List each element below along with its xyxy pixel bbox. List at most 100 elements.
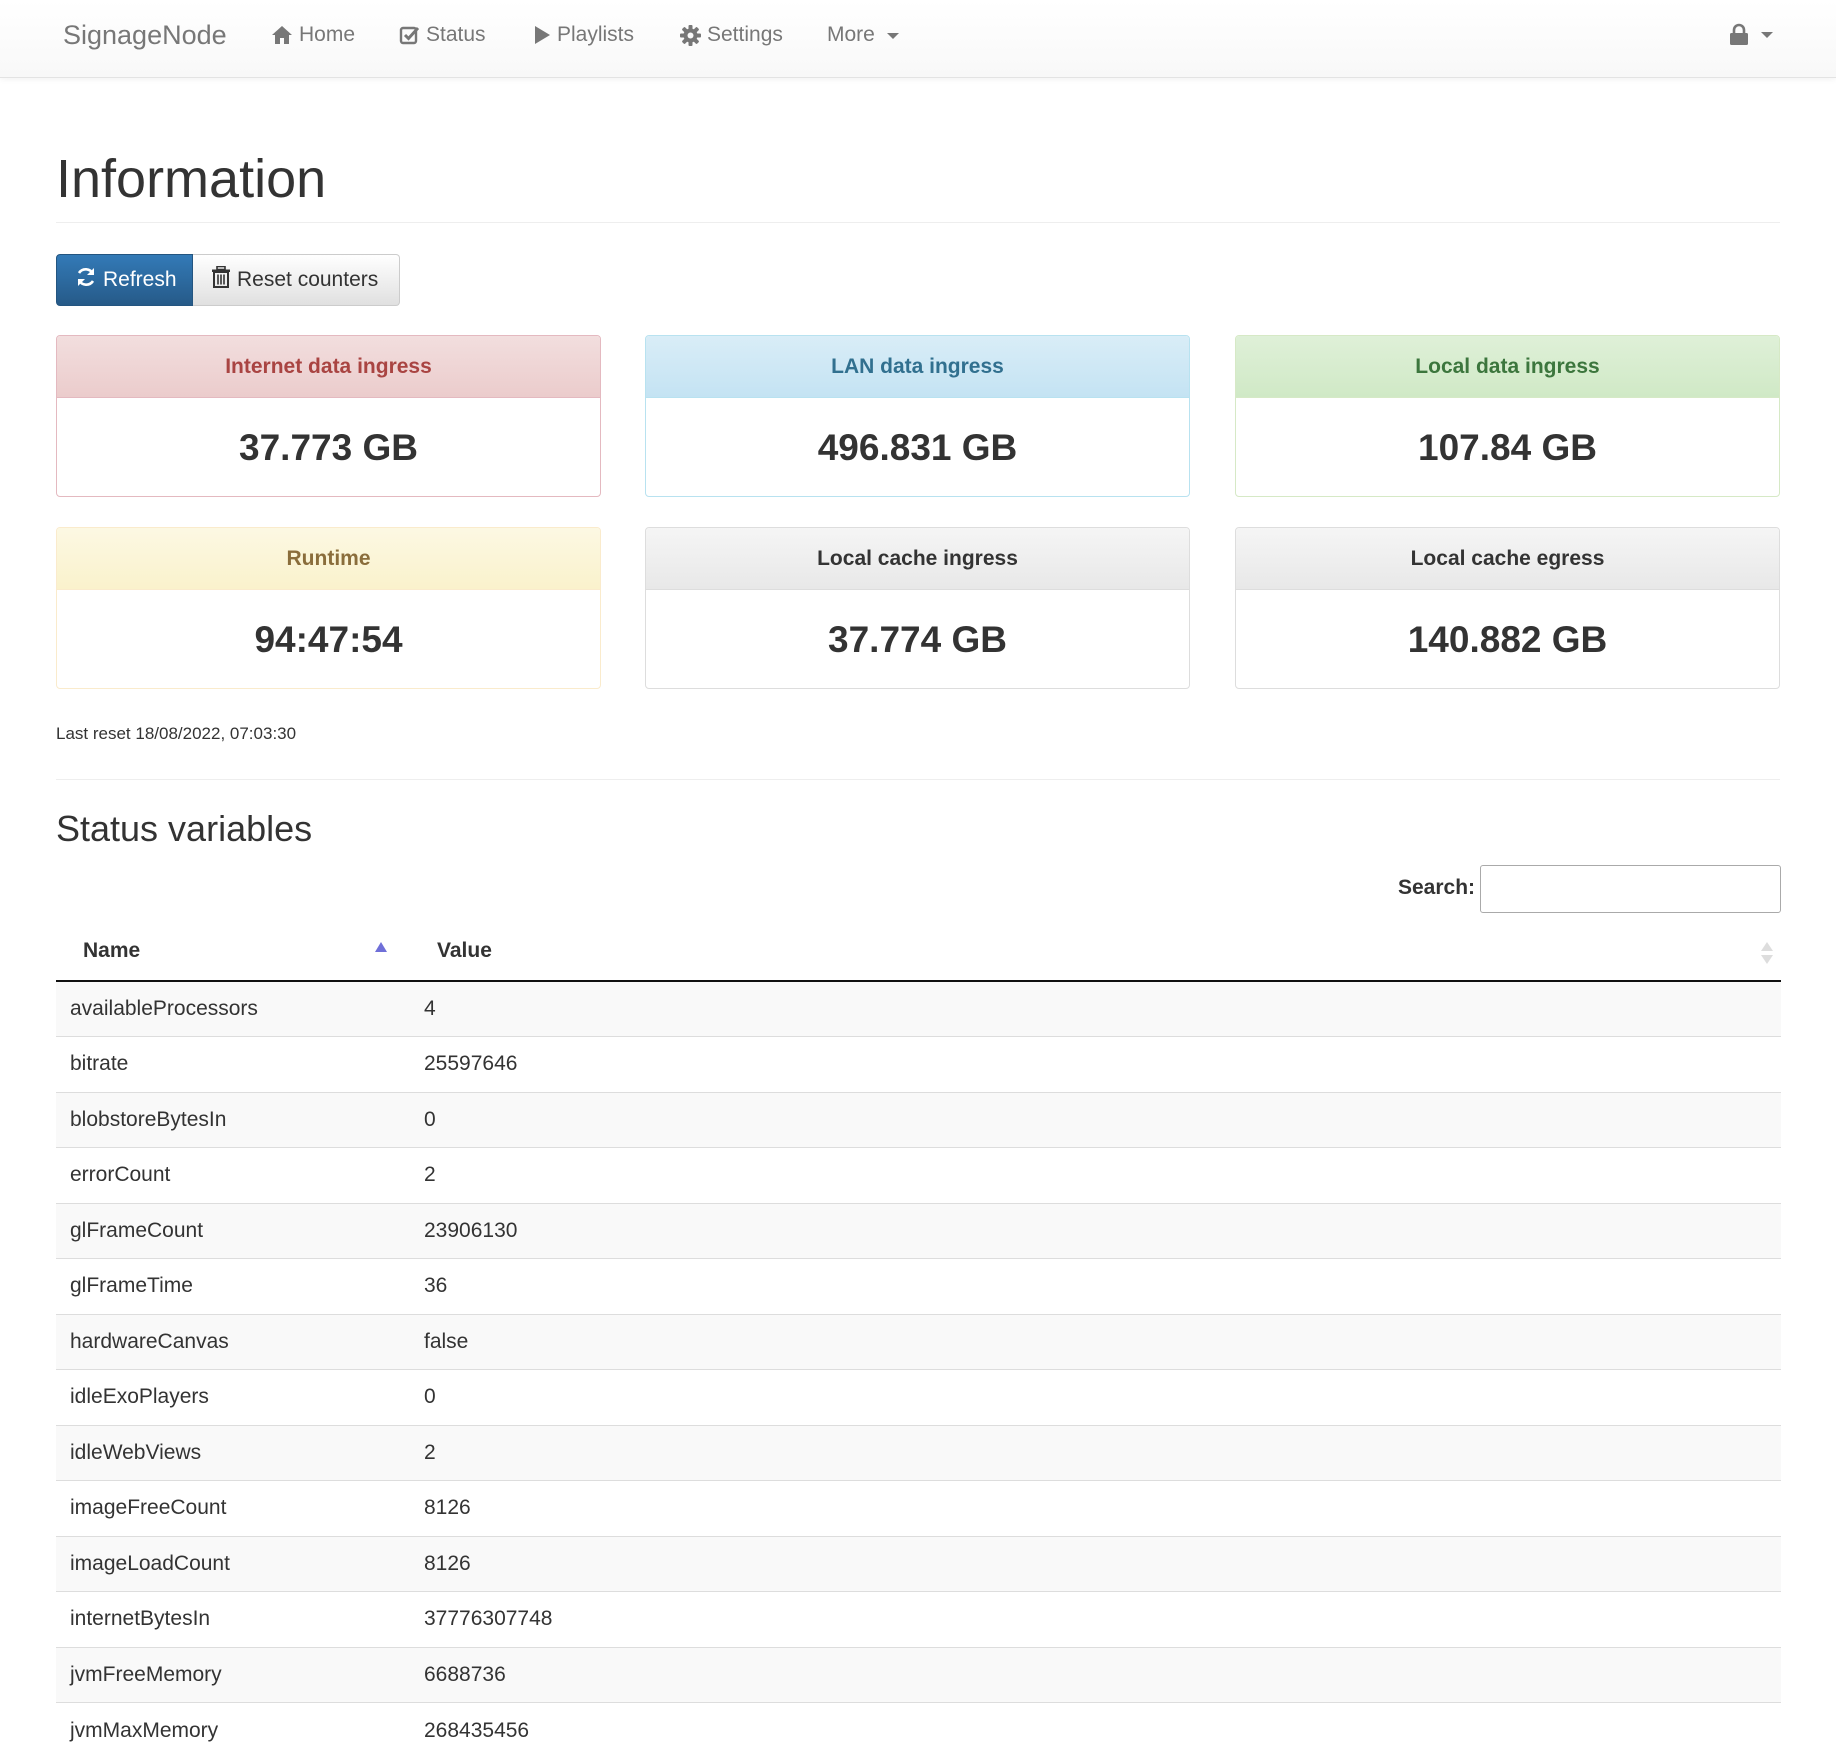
row-name: errorCount	[56, 1148, 410, 1204]
panel-value: 94:47:54	[57, 590, 600, 689]
search-label: Search:	[1398, 876, 1475, 900]
last-reset-text: Last reset 18/08/2022, 07:03:30	[56, 724, 296, 744]
lock-icon	[1729, 23, 1749, 45]
table-row: errorCount2	[56, 1148, 1781, 1204]
row-name: blobstoreBytesIn	[56, 1092, 410, 1148]
table-row: availableProcessors4	[56, 981, 1781, 1037]
column-header-value[interactable]: Value	[410, 922, 1781, 981]
panel-lan-data-ingress: LAN data ingress 496.831 GB	[645, 335, 1190, 497]
nav-playlists[interactable]: Playlists	[533, 23, 634, 47]
table-row: glFrameTime36	[56, 1259, 1781, 1315]
row-value: 23906130	[410, 1203, 1781, 1259]
row-name: imageLoadCount	[56, 1536, 410, 1592]
sort-both-icon	[1761, 942, 1773, 964]
brand-link[interactable]: SignageNode	[63, 20, 227, 51]
row-name: jvmMaxMemory	[56, 1703, 410, 1758]
row-value: 8126	[410, 1481, 1781, 1537]
row-name: glFrameTime	[56, 1259, 410, 1315]
nav-status[interactable]: Status	[399, 23, 486, 47]
row-value: 8126	[410, 1536, 1781, 1592]
row-value: 25597646	[410, 1037, 1781, 1093]
panel-title: Internet data ingress	[57, 336, 600, 398]
row-value: 6688736	[410, 1647, 1781, 1703]
section-title: Status variables	[56, 808, 312, 850]
action-button-group: Refresh Reset counters	[56, 254, 400, 306]
nav-playlists-label: Playlists	[557, 23, 634, 47]
table-row: idleWebViews2	[56, 1425, 1781, 1481]
search-input[interactable]	[1480, 865, 1781, 913]
row-name: idleWebViews	[56, 1425, 410, 1481]
row-value: 37776307748	[410, 1592, 1781, 1648]
divider	[56, 222, 1780, 223]
panel-local-cache-ingress: Local cache ingress 37.774 GB	[645, 527, 1190, 689]
row-value: 36	[410, 1259, 1781, 1315]
panel-local-cache-egress: Local cache egress 140.882 GB	[1235, 527, 1780, 689]
row-name: bitrate	[56, 1037, 410, 1093]
refresh-icon	[75, 266, 97, 294]
refresh-label: Refresh	[103, 268, 177, 292]
nav-home[interactable]: Home	[271, 23, 355, 47]
panel-title: LAN data ingress	[646, 336, 1189, 398]
nav-settings[interactable]: Settings	[680, 23, 783, 47]
gear-icon	[680, 25, 701, 46]
row-name: idleExoPlayers	[56, 1370, 410, 1426]
table-header-row: Name Value	[56, 922, 1781, 981]
sort-ascending-icon	[375, 942, 387, 952]
nav-settings-label: Settings	[707, 23, 783, 47]
panel-value: 107.84 GB	[1236, 398, 1779, 497]
chevron-down-icon	[1761, 32, 1773, 38]
row-name: glFrameCount	[56, 1203, 410, 1259]
panel-value: 37.774 GB	[646, 590, 1189, 689]
panel-local-data-ingress: Local data ingress 107.84 GB	[1235, 335, 1780, 497]
nav-more-label: More	[827, 23, 875, 47]
row-value: 268435456	[410, 1703, 1781, 1758]
table-row: blobstoreBytesIn0	[56, 1092, 1781, 1148]
panel-title: Local cache egress	[1236, 528, 1779, 590]
check-square-icon	[399, 25, 420, 46]
panel-value: 496.831 GB	[646, 398, 1189, 497]
table-row: imageLoadCount8126	[56, 1536, 1781, 1592]
table-row: idleExoPlayers0	[56, 1370, 1781, 1426]
table-row: glFrameCount23906130	[56, 1203, 1781, 1259]
column-header-name-label: Name	[83, 939, 140, 962]
chevron-down-icon	[887, 33, 899, 39]
status-variables-table: Name Value availableProcessors4 bitrate2…	[56, 922, 1781, 1758]
column-header-name[interactable]: Name	[56, 922, 410, 981]
column-header-value-label: Value	[437, 939, 492, 962]
table-row: jvmFreeMemory6688736	[56, 1647, 1781, 1703]
row-value: false	[410, 1314, 1781, 1370]
panel-title: Local data ingress	[1236, 336, 1779, 398]
play-icon	[533, 25, 551, 45]
panel-value: 140.882 GB	[1236, 590, 1779, 689]
reset-counters-label: Reset counters	[237, 268, 378, 292]
page-title: Information	[56, 148, 326, 210]
table-row: bitrate25597646	[56, 1037, 1781, 1093]
row-name: internetBytesIn	[56, 1592, 410, 1648]
divider	[56, 779, 1780, 780]
user-menu-dropdown[interactable]	[1729, 23, 1773, 45]
panel-runtime: Runtime 94:47:54	[56, 527, 601, 689]
panel-value: 37.773 GB	[57, 398, 600, 497]
row-value: 0	[410, 1370, 1781, 1426]
trash-icon	[211, 266, 231, 294]
reset-counters-button[interactable]: Reset counters	[193, 254, 400, 306]
panel-title: Local cache ingress	[646, 528, 1189, 590]
row-value: 0	[410, 1092, 1781, 1148]
row-name: availableProcessors	[56, 981, 410, 1037]
panel-title: Runtime	[57, 528, 600, 590]
top-navbar: SignageNode Home Status Playlists	[0, 0, 1836, 78]
table-row: hardwareCanvasfalse	[56, 1314, 1781, 1370]
refresh-button[interactable]: Refresh	[56, 254, 193, 306]
row-value: 4	[410, 981, 1781, 1037]
row-name: imageFreeCount	[56, 1481, 410, 1537]
table-row: imageFreeCount8126	[56, 1481, 1781, 1537]
home-icon	[271, 25, 293, 45]
table-row: internetBytesIn37776307748	[56, 1592, 1781, 1648]
panel-internet-data-ingress: Internet data ingress 37.773 GB	[56, 335, 601, 497]
row-value: 2	[410, 1425, 1781, 1481]
nav-status-label: Status	[426, 23, 486, 47]
row-name: hardwareCanvas	[56, 1314, 410, 1370]
nav-more-dropdown[interactable]: More	[827, 23, 899, 47]
nav-home-label: Home	[299, 23, 355, 47]
row-value: 2	[410, 1148, 1781, 1204]
